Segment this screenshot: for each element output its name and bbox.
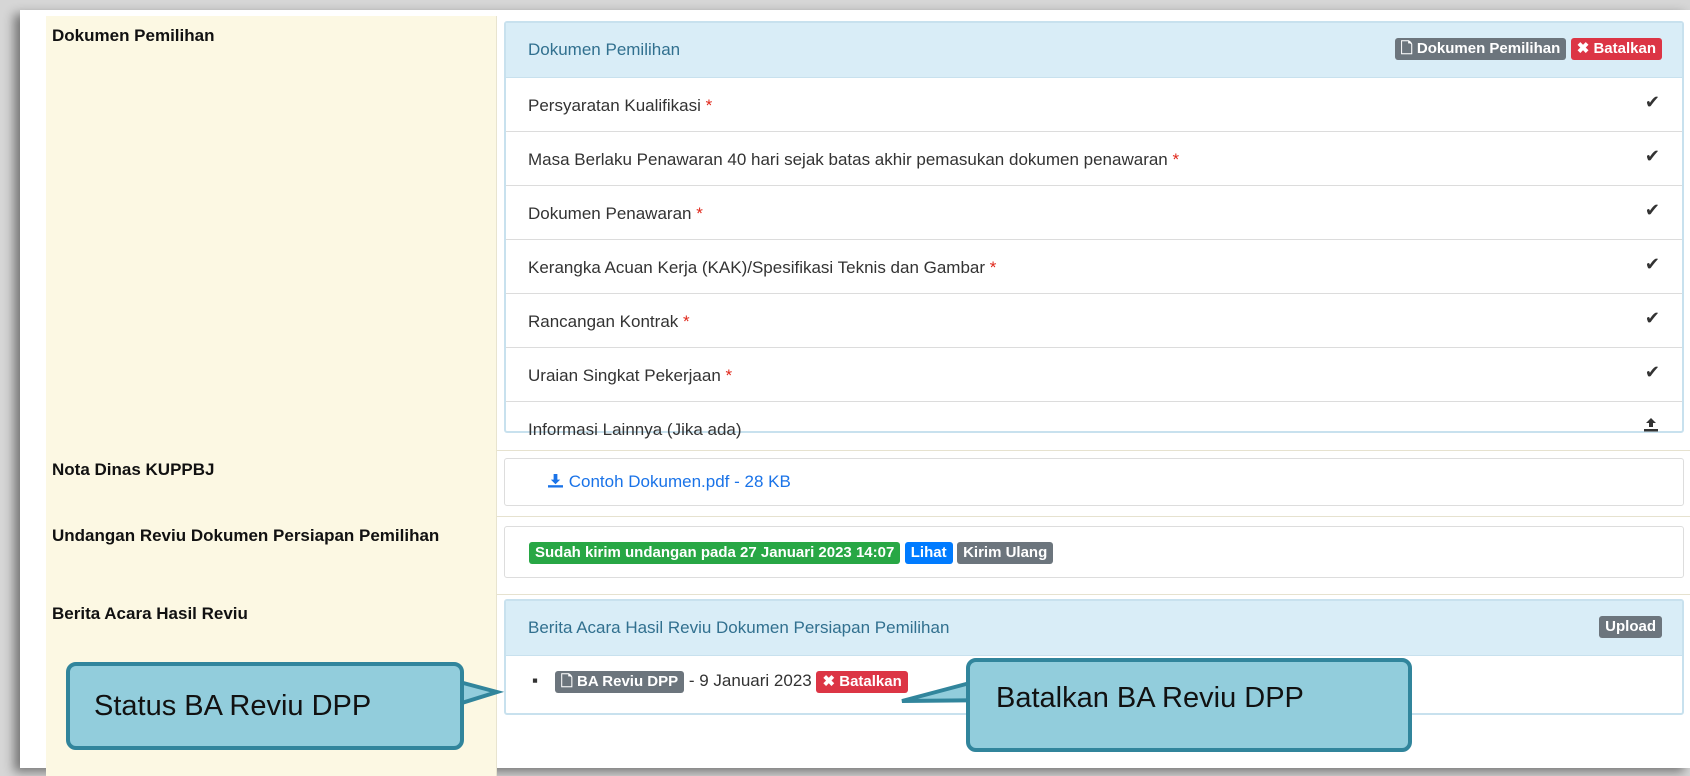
list-item: Kerangka Acuan Kerja (KAK)/Spesifikasi T… — [506, 240, 1682, 294]
ba-reviu-document-link[interactable]: 🗋 BA Reviu DPP — [554, 671, 685, 693]
panel-title: Berita Acara Hasil Reviu Dokumen Persiap… — [528, 618, 950, 637]
list-item: Rancangan Kontrak * ✔ — [506, 294, 1682, 348]
download-file-link[interactable]: Contoh Dokumen.pdf - 28 KB — [547, 472, 791, 491]
close-icon: ✖ — [822, 673, 836, 690]
panel-title: Dokumen Pemilihan — [528, 40, 681, 59]
kirim-ulang-button[interactable]: Kirim Ulang — [957, 542, 1054, 564]
invitation-status-badge: Sudah kirim undangan pada 27 Januari 202… — [529, 542, 901, 564]
dokumen-pemilihan-button[interactable]: 🗋 Dokumen Pemilihan — [1394, 38, 1567, 60]
check-icon: ✔ — [1644, 308, 1660, 328]
row-label-cell: Dokumen Pemilihan — [46, 16, 497, 450]
row-nota-dinas: Nota Dinas KUPPBJ Contoh Dokumen.pdf - 2… — [46, 450, 1690, 517]
status-ba-callout: Status BA Reviu DPP — [66, 662, 464, 750]
row-undangan-reviu: Undangan Reviu Dokumen Persiapan Pemilih… — [46, 516, 1690, 595]
check-icon: ✔ — [1644, 146, 1660, 166]
batalkan-ba-callout: Batalkan BA Reviu DPP — [966, 658, 1412, 752]
upload-button[interactable]: Upload — [1599, 616, 1662, 638]
panel-heading: Dokumen Pemilihan 🗋 Dokumen Pemilihan ✖ … — [506, 23, 1682, 78]
list-item: Dokumen Penawaran * ✔ — [506, 186, 1682, 240]
document-date: - 9 Januari 2023 — [688, 671, 812, 690]
row-label-cell: Nota Dinas KUPPBJ — [46, 450, 497, 516]
nota-panel: Contoh Dokumen.pdf - 28 KB — [504, 458, 1684, 506]
file-icon: 🗋 — [1400, 40, 1413, 57]
download-icon — [548, 473, 563, 488]
check-icon: ✔ — [1644, 92, 1660, 112]
row-dokumen-pemilihan: Dokumen Pemilihan Dokumen Pemilihan 🗋 Do… — [46, 16, 1690, 451]
check-icon: ✔ — [1644, 362, 1660, 382]
upload-icon[interactable] — [1642, 416, 1660, 439]
row-label: Berita Acara Hasil Reviu — [52, 604, 248, 623]
list-item: Informasi Lainnya (Jika ada) — [506, 402, 1682, 455]
row-label: Dokumen Pemilihan — [52, 26, 215, 45]
close-icon: ✖ — [1576, 40, 1590, 57]
bullet: ▪ — [532, 671, 539, 690]
requirements-list: Persyaratan Kualifikasi * ✔ Masa Berlaku… — [506, 78, 1682, 455]
check-icon: ✔ — [1644, 200, 1660, 220]
batalkan-button[interactable]: ✖ Batalkan — [1570, 38, 1662, 60]
undangan-panel: Sudah kirim undangan pada 27 Januari 202… — [504, 526, 1684, 578]
page-frame: Dokumen Pemilihan Dokumen Pemilihan 🗋 Do… — [20, 10, 1690, 776]
list-item: Persyaratan Kualifikasi * ✔ — [506, 78, 1682, 132]
batalkan-ba-button[interactable]: ✖ Batalkan — [816, 671, 908, 693]
list-item: Uraian Singkat Pekerjaan * ✔ — [506, 348, 1682, 402]
list-item: Masa Berlaku Penawaran 40 hari sejak bat… — [506, 132, 1682, 186]
panel-heading: Berita Acara Hasil Reviu Dokumen Persiap… — [506, 601, 1682, 656]
row-label-cell: Undangan Reviu Dokumen Persiapan Pemilih… — [46, 516, 497, 594]
check-icon: ✔ — [1644, 254, 1660, 274]
dokumen-panel: Dokumen Pemilihan 🗋 Dokumen Pemilihan ✖ … — [504, 21, 1684, 439]
row-label: Nota Dinas KUPPBJ — [52, 460, 215, 479]
file-icon: 🗋 — [560, 673, 573, 690]
row-label: Undangan Reviu Dokumen Persiapan Pemilih… — [52, 526, 440, 545]
ba-document-item: ▪ 🗋 BA Reviu DPP - 9 Januari 2023 ✖ Bata… — [532, 671, 908, 693]
lihat-button[interactable]: Lihat — [904, 542, 953, 564]
